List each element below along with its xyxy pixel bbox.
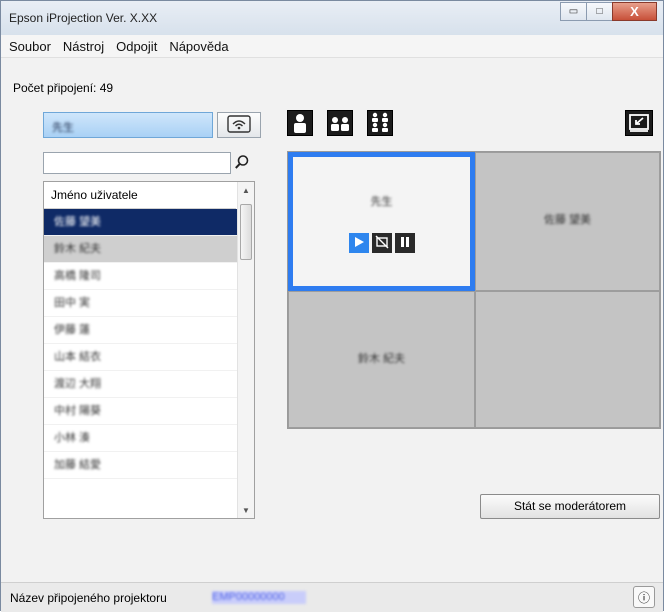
layout-single-button[interactable] [287, 110, 313, 136]
scroll-down-icon[interactable]: ▼ [238, 502, 254, 518]
user-name: 渡辺 大翔 [54, 378, 102, 390]
info-icon: ⓘ [637, 590, 650, 605]
projection-panel-1[interactable]: 先生 [288, 152, 475, 291]
user-list-item[interactable]: 佐藤 望美 [44, 209, 237, 236]
wifi-projector-icon [227, 114, 251, 136]
user-list-rows: 佐藤 望美 鈴木 紀夫 高橋 隆司 田中 実 伊藤 蓮 山本 結衣 渡辺 大翔 … [44, 209, 237, 479]
user-list-item[interactable]: 田中 実 [44, 290, 237, 317]
become-moderator-button[interactable]: Stát se moderátorem [480, 494, 660, 519]
menu-soubor[interactable]: Soubor [1, 39, 57, 54]
status-bar: Název připojeného projektoru EMP00000000… [1, 582, 663, 612]
panel-user-name: 鈴木 紀夫 [289, 350, 474, 366]
user-list-item[interactable]: 小林 湊 [44, 425, 237, 452]
menu-napoveda[interactable]: Nápověda [163, 39, 234, 54]
scroll-up-icon[interactable]: ▲ [238, 182, 254, 198]
play-button[interactable] [348, 233, 369, 253]
user-list: Jméno uživatele 佐藤 望美 鈴木 紀夫 高橋 隆司 田中 実 伊… [43, 181, 255, 519]
layout-single-user-icon [288, 114, 312, 138]
projection-panel-3[interactable]: 鈴木 紀夫 [288, 291, 475, 428]
menu-nastroj[interactable]: Nástroj [57, 39, 110, 54]
layout-four-users-icon [368, 112, 392, 138]
user-name: 小林 湊 [54, 432, 91, 444]
panel-controls [293, 233, 470, 253]
user-list-item[interactable]: 伊藤 蓮 [44, 317, 237, 344]
stop-button[interactable] [371, 233, 392, 253]
search-icon [234, 154, 250, 173]
user-name: 中村 陽葵 [54, 405, 102, 417]
user-list-item[interactable]: 中村 陽葵 [44, 398, 237, 425]
user-name: 田中 実 [54, 297, 91, 309]
user-list-scrollbar[interactable]: ▲ ▼ [237, 182, 254, 518]
window-controls: ▭ □ X [560, 2, 657, 21]
panel-user-name: 先生 [293, 193, 470, 209]
screen-preview-button[interactable] [625, 110, 653, 136]
user-name: 鈴木 紀夫 [54, 243, 102, 255]
panel-user-name: 佐藤 望美 [476, 211, 659, 227]
panel-user-name-text: 佐藤 望美 [543, 214, 592, 226]
user-search-input[interactable] [43, 152, 231, 174]
selected-user-field[interactable]: 先生 [43, 112, 213, 138]
user-list-item[interactable]: 鈴木 紀夫 [44, 236, 237, 263]
search-button[interactable] [231, 152, 253, 174]
pause-button[interactable] [394, 233, 415, 253]
layout-two-users-icon [328, 117, 352, 138]
pause-icon [399, 236, 411, 251]
app-window: Epson iProjection Ver. X.XX ▭ □ X Soubor… [0, 0, 664, 612]
panel-user-name-text: 鈴木 紀夫 [357, 353, 406, 365]
user-list-header: Jméno uživatele [44, 182, 236, 209]
user-name: 佐藤 望美 [54, 216, 102, 228]
panel-user-name-text: 先生 [370, 196, 393, 208]
layout-four-button[interactable] [367, 110, 393, 136]
close-button[interactable]: X [612, 2, 657, 21]
user-name: 伊藤 蓮 [54, 324, 91, 336]
user-list-item[interactable]: 渡辺 大翔 [44, 371, 237, 398]
user-list-item[interactable]: 高橋 隆司 [44, 263, 237, 290]
info-button[interactable]: ⓘ [633, 586, 655, 608]
menu-odpojit[interactable]: Odpojit [110, 39, 163, 54]
user-name: 加藤 結愛 [54, 459, 102, 471]
screen-preview-icon [626, 114, 652, 138]
connection-count: Počet připojení: 49 [13, 81, 114, 95]
stop-icon [375, 235, 389, 252]
minimize-button[interactable]: ▭ [560, 2, 587, 21]
wifi-projector-button[interactable] [217, 112, 261, 138]
layout-two-button[interactable] [327, 110, 353, 136]
selected-user-name: 先生 [52, 122, 74, 134]
title-bar: Epson iProjection Ver. X.XX ▭ □ X [1, 1, 663, 36]
window-title: Epson iProjection Ver. X.XX [9, 11, 158, 25]
maximize-button[interactable]: □ [586, 2, 613, 21]
scrollbar-thumb[interactable] [240, 204, 252, 260]
user-name: 山本 結衣 [54, 351, 102, 363]
user-list-item[interactable]: 山本 結衣 [44, 344, 237, 371]
projection-panel-4[interactable] [475, 291, 660, 428]
connected-projector-name: EMP00000000 [212, 591, 306, 604]
connected-projector-label: Název připojeného projektoru [10, 591, 167, 605]
play-icon [353, 236, 365, 251]
projection-panel-grid: 先生 佐藤 望美 鈴木 紀夫 [287, 151, 661, 429]
projection-panel-2[interactable]: 佐藤 望美 [475, 152, 660, 291]
user-list-item[interactable]: 加藤 結愛 [44, 452, 237, 479]
menu-bar: Soubor Nástroj Odpojit Nápověda [1, 35, 663, 58]
user-name: 高橋 隆司 [54, 270, 102, 282]
